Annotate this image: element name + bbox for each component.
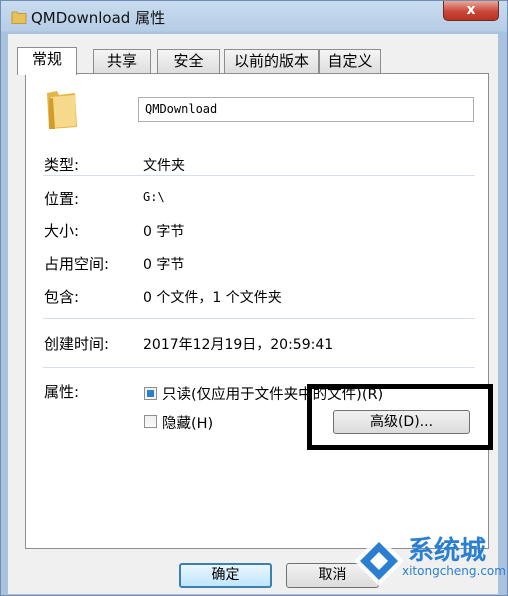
title-bar[interactable]: QMDownload 属性 x <box>1 1 508 35</box>
tab-general[interactable]: 常规 <box>17 47 77 75</box>
attributes-label: 属性: <box>44 383 80 401</box>
size-label: 大小: <box>44 222 80 240</box>
contains-value: 0 个文件，1 个文件夹 <box>143 290 282 306</box>
tab-customize[interactable]: 自定义 <box>319 49 381 73</box>
ok-button[interactable]: 确定 <box>179 563 272 588</box>
watermark: 系统城 xitongcheng.com <box>352 528 506 594</box>
contains-label: 包含: <box>44 288 80 306</box>
readonly-label[interactable]: 只读(仅应用于文件夹中的文件)(R) <box>162 383 383 404</box>
size-on-disk-value: 0 字节 <box>143 257 185 273</box>
size-on-disk-label: 占用空间: <box>44 255 110 273</box>
readonly-checkbox[interactable] <box>144 387 157 400</box>
tab-sharing[interactable]: 共享 <box>93 49 151 73</box>
location-value: G:\ <box>143 190 165 204</box>
created-label: 创建时间: <box>44 335 110 353</box>
advanced-button[interactable]: 高级(D)... <box>333 410 470 434</box>
hidden-checkbox[interactable] <box>144 415 157 428</box>
tab-previous-versions[interactable]: 以前的版本 <box>224 49 319 73</box>
separator <box>43 367 475 368</box>
size-value: 0 字节 <box>143 224 185 240</box>
watermark-url: xitongcheng.com <box>402 564 506 578</box>
type-label: 类型: <box>44 156 80 174</box>
location-label: 位置: <box>44 190 80 208</box>
general-panel <box>25 73 489 549</box>
folder-name-input[interactable]: QMDownload <box>138 97 474 122</box>
close-button[interactable]: x <box>443 1 499 21</box>
close-icon: x <box>466 2 476 18</box>
separator <box>43 175 475 176</box>
window-title: QMDownload 属性 <box>31 9 166 27</box>
folder-icon <box>11 11 27 24</box>
created-value: 2017年12月19日，20:59:41 <box>143 337 334 353</box>
folder-icon <box>47 91 77 129</box>
separator <box>43 318 475 319</box>
type-value: 文件夹 <box>143 158 185 174</box>
hidden-label[interactable]: 隐藏(H) <box>162 412 213 433</box>
watermark-brand: 系统城 <box>408 536 487 566</box>
tab-security[interactable]: 安全 <box>157 49 220 73</box>
logo-icon <box>354 536 404 586</box>
